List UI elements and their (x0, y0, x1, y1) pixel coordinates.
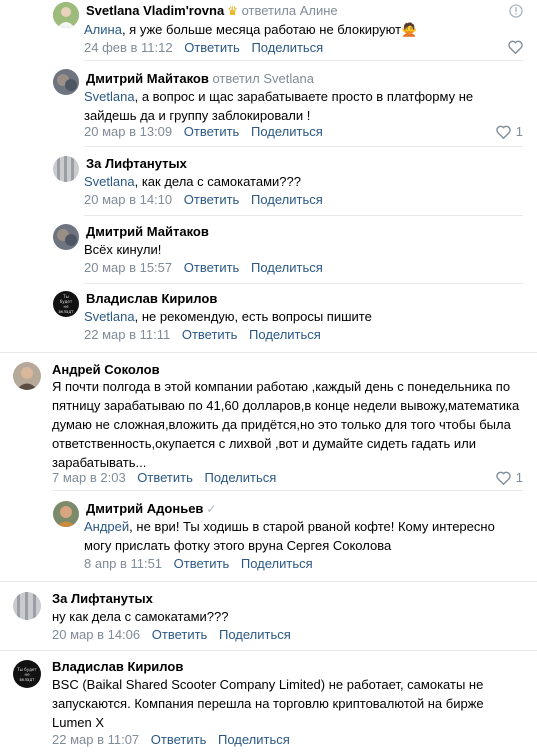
comment-author[interactable]: За Лифтанутых (52, 591, 153, 606)
comment-item: Svetlana Vladim'rovna ♛ ответила Алине Ал… (0, 0, 537, 61)
comment-author[interactable]: За Лифтанутых (86, 156, 187, 171)
like-button[interactable]: 1 (496, 470, 523, 485)
comment-date[interactable]: 8 апр в 11:51 (84, 556, 162, 571)
avatar[interactable] (53, 2, 79, 28)
comment-date[interactable]: 22 мар в 11:07 (52, 732, 139, 747)
comment-author[interactable]: Андрей Соколов (52, 362, 160, 377)
avatar[interactable] (13, 362, 41, 390)
avatar-logo-text: Ты будет не вкладт (17, 666, 37, 682)
user-photo-icon (53, 224, 79, 250)
replied-to[interactable]: ответила Алине (242, 3, 338, 18)
comment-item: Дмитрий Майтаков Всёх кинули! 20 мар в 1… (0, 223, 537, 284)
comment-date[interactable]: 20 мар в 15:57 (84, 260, 172, 275)
like-count: 1 (515, 124, 523, 139)
divider (84, 60, 523, 61)
share-button[interactable]: Поделиться (241, 556, 313, 571)
divider (84, 146, 523, 147)
comment-author[interactable]: Дмитрий Майтаков (86, 71, 209, 86)
comment-date[interactable]: 20 мар в 14:10 (84, 192, 172, 207)
comment-date[interactable]: 24 фев в 11:12 (84, 40, 173, 55)
reply-button[interactable]: Ответить (184, 40, 240, 55)
comment-item: Андрей Соколов Я почти полгода в этой ко… (0, 360, 537, 491)
comment-text: Я почти полгода в этой компании работаю … (52, 379, 520, 470)
share-button[interactable]: Поделиться (219, 627, 291, 642)
comment-text: , я уже больше месяца работаю не блокиру… (121, 22, 402, 37)
comment-date[interactable]: 20 мар в 14:06 (52, 627, 140, 642)
avatar[interactable] (53, 501, 79, 527)
info-icon[interactable] (509, 4, 523, 18)
avatar[interactable]: Ты будет не вкладт (13, 660, 41, 688)
heart-icon (496, 125, 511, 139)
verified-icon: ✓ (206, 502, 217, 516)
mention-link[interactable]: Алина (84, 22, 122, 37)
reply-button[interactable]: Ответить (152, 627, 208, 642)
comment-date[interactable]: 7 мар в 2:03 (52, 470, 126, 485)
comment-author[interactable]: Владислав Кирилов (52, 659, 183, 674)
avatar[interactable] (13, 592, 41, 620)
comment-item: За Лифтанутых ну как дела с самокатами??… (0, 590, 537, 650)
emoji-icon: 🙅 (401, 22, 418, 37)
user-photo-icon (53, 2, 79, 28)
comment-text: , не рекомендую, есть вопросы пишите (134, 309, 372, 324)
like-count: 1 (515, 470, 523, 485)
like-button[interactable] (508, 40, 523, 54)
like-button[interactable]: 1 (496, 124, 523, 139)
user-photo-icon (53, 501, 79, 527)
replied-to[interactable]: ответил Svetlana (212, 71, 313, 86)
comment-date[interactable]: 22 мар в 11:11 (84, 327, 170, 342)
reply-button[interactable]: Ответить (151, 732, 207, 747)
reply-button[interactable]: Ответить (184, 192, 240, 207)
reply-button[interactable]: Ответить (137, 470, 193, 485)
comment-text: Всёх кинули! (84, 242, 162, 257)
comment-author[interactable]: Дмитрий Адоньев (86, 501, 203, 516)
avatar[interactable] (53, 224, 79, 250)
divider (52, 490, 523, 491)
reply-button[interactable]: Ответить (182, 327, 238, 342)
user-photo-icon (13, 592, 41, 620)
share-button[interactable]: Поделиться (251, 192, 323, 207)
crown-icon: ♛ (227, 4, 238, 18)
thread-divider (0, 581, 537, 582)
avatar[interactable] (53, 156, 79, 182)
reply-button[interactable]: Ответить (184, 124, 240, 139)
comment-item: Ты будет не вкладт Владислав Кирилов BSC… (0, 658, 537, 756)
heart-icon (496, 471, 511, 485)
comment-date[interactable]: 20 мар в 13:09 (84, 124, 172, 139)
comment-text: , а вопрос и щас зарабатываете просто в … (84, 89, 474, 123)
share-button[interactable]: Поделиться (205, 470, 277, 485)
comment-text: BSC (Baikal Shared Scooter Company Limit… (52, 677, 484, 730)
comment-author[interactable]: Дмитрий Майтаков (86, 224, 209, 239)
comment-text: , как дела с самокатами??? (134, 174, 301, 189)
share-button[interactable]: Поделиться (251, 124, 323, 139)
comment-item: Дмитрий Майтаков ответил Svetlana Svetla… (0, 68, 537, 148)
share-button[interactable]: Поделиться (218, 732, 290, 747)
mention-link[interactable]: Svetlana (84, 89, 135, 104)
comment-text: , не ври! Ты ходишь в старой рваной кофт… (84, 519, 495, 553)
share-button[interactable]: Поделиться (249, 327, 321, 342)
avatar-logo-text: Ты будет не вкладт (58, 294, 74, 314)
mention-link[interactable]: Svetlana (84, 309, 135, 324)
comment-item: Ты будет не вкладт Владислав Кирилов Sve… (0, 290, 537, 350)
user-photo-icon (53, 156, 79, 182)
comment-item: Дмитрий Адоньев ✓ Андрей, не ври! Ты ходи… (0, 500, 537, 578)
comment-author[interactable]: Svetlana Vladim'rovna (86, 3, 224, 18)
heart-icon (508, 40, 523, 54)
mention-link[interactable]: Андрей (84, 519, 129, 534)
divider (84, 283, 523, 284)
user-photo-icon (53, 69, 79, 95)
share-button[interactable]: Поделиться (251, 260, 323, 275)
reply-button[interactable]: Ответить (174, 556, 230, 571)
comment-item: За Лифтанутых Svetlana, как дела с самок… (0, 155, 537, 216)
thread-divider (0, 352, 537, 353)
avatar[interactable] (53, 69, 79, 95)
mention-link[interactable]: Svetlana (84, 174, 135, 189)
thread-divider (0, 650, 537, 651)
divider (84, 215, 523, 216)
user-photo-icon (13, 362, 41, 390)
avatar[interactable]: Ты будет не вкладт (53, 291, 79, 317)
comment-text: ну как дела с самокатами??? (52, 609, 229, 624)
comment-author[interactable]: Владислав Кирилов (86, 291, 217, 306)
share-button[interactable]: Поделиться (251, 40, 323, 55)
reply-button[interactable]: Ответить (184, 260, 240, 275)
